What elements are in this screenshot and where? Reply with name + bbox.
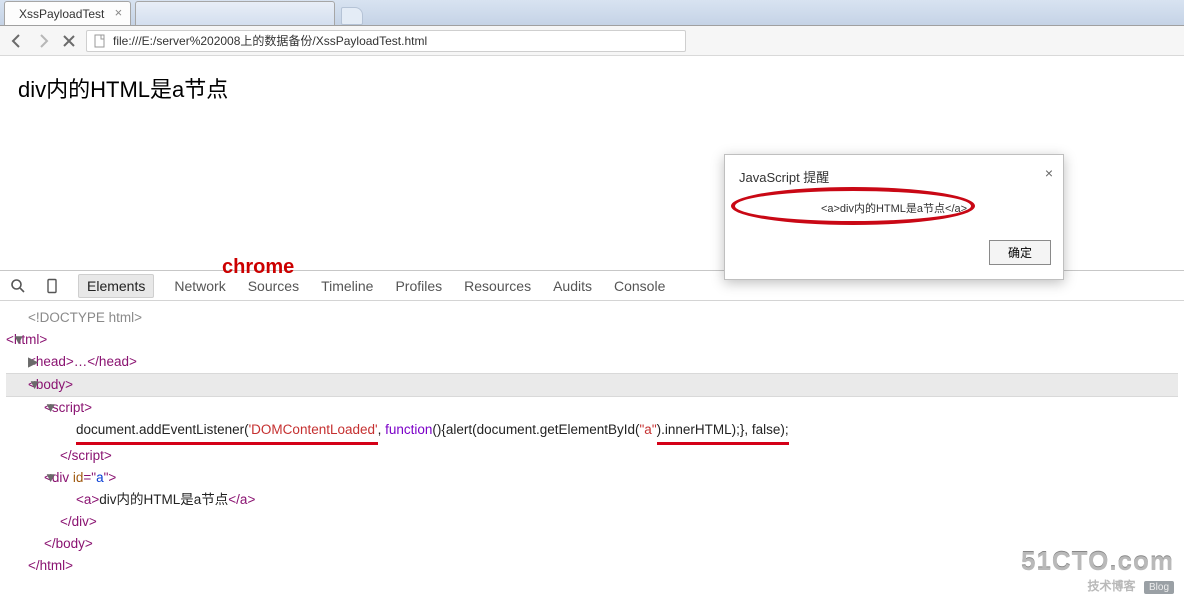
browser-toolbar: file:///E:/server%202008上的数据备份/XssPayloa… bbox=[0, 26, 1184, 56]
alert-heading: JavaScript 提醒 × bbox=[725, 155, 1063, 192]
dom-doctype: <!DOCTYPE html> bbox=[28, 310, 142, 325]
dom-head: <head>…</head> bbox=[28, 354, 137, 369]
back-button[interactable] bbox=[8, 32, 26, 50]
alert-message: <a>div内的HTML是a节点</a> bbox=[821, 203, 967, 215]
caret-icon[interactable]: ▼ bbox=[44, 397, 54, 419]
browser-tab-xsspayloadtest[interactable]: XssPayloadTest × bbox=[4, 1, 131, 25]
dom-script-content: document.addEventListener('DOMContentLoa… bbox=[6, 419, 1178, 445]
caret-icon[interactable]: ▶ bbox=[28, 351, 38, 373]
browser-tab-inactive[interactable] bbox=[135, 1, 335, 25]
dom-script-close: </script> bbox=[60, 448, 112, 463]
tab-timeline[interactable]: Timeline bbox=[319, 274, 375, 298]
close-icon[interactable]: × bbox=[112, 7, 124, 19]
search-icon[interactable] bbox=[10, 278, 26, 294]
dom-html-close: </html> bbox=[28, 558, 73, 573]
annotation-chrome: chrome bbox=[222, 256, 294, 279]
dom-div-close: </div> bbox=[60, 514, 97, 529]
close-icon[interactable]: × bbox=[1045, 165, 1053, 181]
tab-elements[interactable]: Elements bbox=[78, 274, 154, 298]
caret-icon[interactable]: ▼ bbox=[28, 374, 38, 396]
tab-resources[interactable]: Resources bbox=[462, 274, 533, 298]
tab-network[interactable]: Network bbox=[172, 274, 227, 298]
dom-body-close: </body> bbox=[44, 536, 93, 551]
page-title: div内的HTML是a节点 bbox=[18, 72, 1166, 104]
dom-a-node: <a>div内的HTML是a节点</a> bbox=[6, 489, 1178, 511]
url-text: file:///E:/server%202008上的数据备份/XssPayloa… bbox=[113, 32, 427, 49]
alert-body: <a>div内的HTML是a节点</a> bbox=[725, 192, 1063, 232]
device-icon[interactable] bbox=[44, 278, 60, 294]
alert-footer: 确定 bbox=[725, 232, 1063, 279]
tab-profiles[interactable]: Profiles bbox=[393, 274, 444, 298]
page-icon bbox=[93, 34, 107, 48]
alert-ok-button[interactable]: 确定 bbox=[989, 240, 1051, 265]
caret-icon[interactable]: ▼ bbox=[44, 467, 54, 489]
new-tab-button[interactable] bbox=[341, 7, 363, 25]
js-alert-dialog: JavaScript 提醒 × <a>div内的HTML是a节点</a> 确定 bbox=[724, 154, 1064, 280]
forward-button[interactable] bbox=[34, 32, 52, 50]
tab-audits[interactable]: Audits bbox=[551, 274, 594, 298]
page-viewport: div内的HTML是a节点 chrome JavaScript 提醒 × <a>… bbox=[0, 56, 1184, 270]
devtools-panel: Elements Network Sources Timeline Profil… bbox=[0, 270, 1184, 587]
browser-tabstrip: XssPayloadTest × bbox=[0, 0, 1184, 26]
tab-title: XssPayloadTest bbox=[19, 7, 104, 21]
caret-icon[interactable]: ▼ bbox=[12, 329, 22, 351]
stop-reload-button[interactable] bbox=[60, 32, 78, 50]
tab-console[interactable]: Console bbox=[612, 274, 667, 298]
address-bar[interactable]: file:///E:/server%202008上的数据备份/XssPayloa… bbox=[86, 30, 686, 52]
devtools-dom-tree[interactable]: <!DOCTYPE html> ▼<html> ▶<head>…</head> … bbox=[0, 301, 1184, 587]
